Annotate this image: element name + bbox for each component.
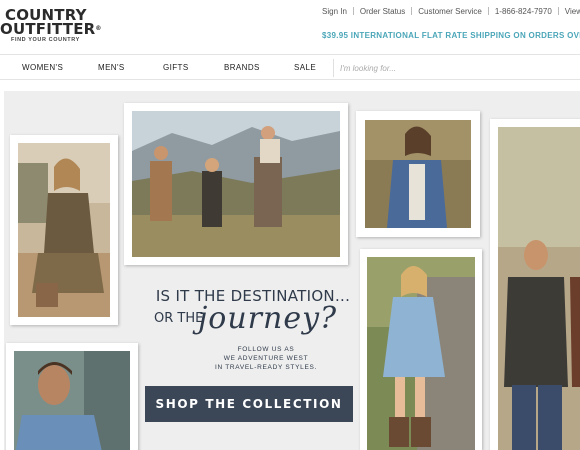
photo-frame[interactable] (6, 343, 138, 450)
nav-item-gifts[interactable]: GIFTS (163, 63, 189, 72)
photo-group-hills (132, 111, 340, 257)
hero-collage[interactable]: IS IT THE DESTINATION... OR THE journey?… (4, 91, 580, 450)
main-nav: WOMEN'S MEN'S GIFTS BRANDS SALE (0, 54, 580, 80)
phone-number-link[interactable]: 1-866-824-7970 (495, 7, 552, 16)
customer-service-link[interactable]: Customer Service (418, 7, 482, 16)
photo-frame[interactable] (124, 103, 348, 265)
logo-line-outfitter: OUTFITTER® (0, 20, 102, 38)
nav-item-sale[interactable]: SALE (294, 63, 316, 72)
photo-woman-seated (18, 143, 110, 317)
headline-subline-2: WE ADVENTURE WEST (223, 355, 309, 362)
headline-script-journey: journey? (198, 301, 338, 336)
nav-item-mens[interactable]: MEN'S (98, 63, 125, 72)
sign-in-link[interactable]: Sign In (322, 7, 347, 16)
search-input[interactable] (340, 61, 576, 75)
nav-item-womens[interactable]: WOMEN'S (22, 63, 63, 72)
hero-headline: IS IT THE DESTINATION... OR THE journey?… (150, 287, 356, 372)
divider (352, 7, 354, 15)
headline-subline-1: FOLLOW US AS (237, 346, 295, 353)
nav-item-brands[interactable]: BRANDS (224, 63, 260, 72)
utility-links: Sign In Order Status Customer Service 1-866… (322, 7, 580, 19)
shop-the-collection-button[interactable]: SHOP THE COLLECTION (145, 386, 353, 422)
nav-divider (333, 59, 334, 77)
headline-journey: OR THE journey? (150, 301, 356, 345)
country-outfitter-logo[interactable]: COUNTRY OUTFITTER® FIND YOUR COUNTRY (0, 8, 102, 44)
order-status-link[interactable]: Order Status (360, 7, 405, 16)
divider (557, 7, 559, 15)
photo-couple (498, 127, 580, 450)
view-prices-link[interactable]: View Prices (565, 7, 580, 16)
logo-tagline: FIND YOUR COUNTRY (11, 37, 80, 43)
photo-frame[interactable] (356, 111, 480, 237)
shipping-promo-banner[interactable]: $39.95 INTERNATIONAL FLAT RATE SHIPPING … (322, 31, 580, 40)
headline-subline-3: IN TRAVEL-READY STYLES. (214, 364, 318, 371)
photo-frame[interactable] (490, 119, 580, 450)
photo-frame[interactable] (360, 249, 482, 450)
photo-man-car (14, 351, 130, 450)
divider (411, 7, 413, 15)
photo-frame[interactable] (10, 135, 118, 325)
photo-woman-blue-dress (367, 257, 475, 450)
headline-or-the: OR THE (154, 311, 204, 326)
divider (487, 7, 489, 15)
photo-woman-denim-jacket (365, 120, 471, 228)
